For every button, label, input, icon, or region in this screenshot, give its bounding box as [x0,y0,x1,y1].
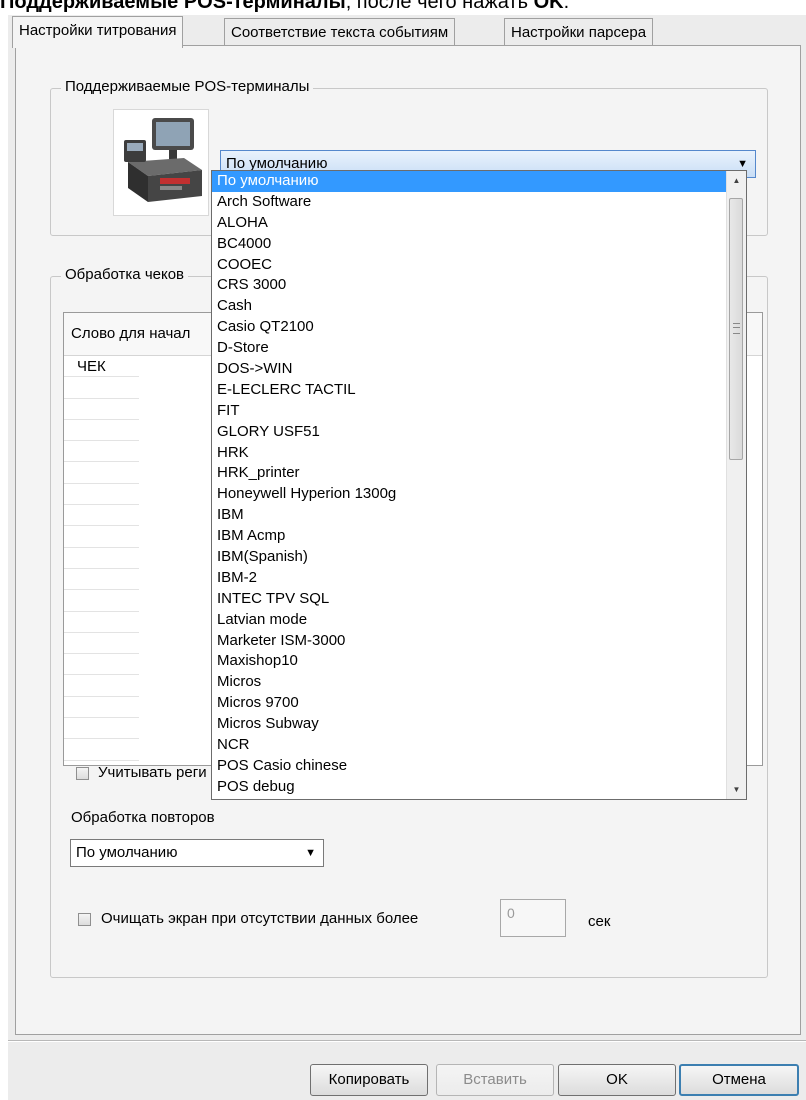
pos-terminal-dropdown-list[interactable]: По умолчанию Arch Software ALOHA BC4000 COO… [211,170,747,800]
copy-button[interactable]: Копировать [310,1064,428,1096]
caption-end: . [563,0,570,13]
dropdown-option[interactable]: IBM-2 [212,568,727,589]
tab-parser-settings[interactable]: Настройки парсера [504,18,654,47]
table-row[interactable] [64,569,139,591]
dropdown-option[interactable]: Marketer ISM-3000 [212,631,727,652]
table-row[interactable] [64,484,139,506]
instruction-caption: Поддерживаемые POS-терминалы, после чего… [0,0,806,13]
table-row[interactable] [64,377,139,399]
dropdown-option[interactable]: INTEC TPV SQL [212,589,727,610]
dropdown-option[interactable]: Cash [212,296,727,317]
dropdown-option[interactable]: HRK_printer [212,463,727,484]
table-row[interactable] [64,590,139,612]
scroll-down-icon[interactable]: ▼ [727,780,746,799]
pos-terminals-group-title: Поддерживаемые POS-терминалы [61,78,314,95]
caption-text: , после чего нажать [345,0,534,13]
table-row[interactable] [64,505,139,527]
scrollbar-thumb[interactable] [729,198,743,460]
dropdown-option[interactable]: Micros Subway [212,714,727,735]
case-sensitive-label: Учитывать реги [98,764,207,781]
repeats-label: Обработка повторов [71,809,215,826]
dropdown-option[interactable]: IBM [212,505,727,526]
repeats-combo-value: По умолчанию [76,844,178,861]
paste-button[interactable]: Вставить [436,1064,554,1096]
case-sensitive-checkbox[interactable] [76,767,89,780]
dropdown-option[interactable]: Maxishop10 [212,651,727,672]
pos-terminal-image [113,109,209,216]
dropdown-option[interactable]: POS debug [212,777,727,798]
repeats-combo[interactable]: По умолчанию ▼ [70,839,324,867]
dropdown-option[interactable]: Micros [212,672,727,693]
table-row[interactable] [64,399,139,420]
scroll-up-icon[interactable]: ▲ [727,171,746,190]
dropdown-option[interactable]: IBM(Spanish) [212,547,727,568]
dropdown-option[interactable]: DOS->WIN [212,359,727,380]
tab-text-events[interactable]: Соответствие текста событиям [224,18,456,47]
table-row[interactable] [64,526,139,548]
dropdown-option[interactable]: FIT [212,401,727,422]
dropdown-scrollbar[interactable]: ▲ ▼ [726,171,746,799]
ok-button[interactable]: OK [558,1064,676,1096]
button-bar-divider-highlight [8,1041,806,1042]
dropdown-option[interactable]: IBM Acmp [212,526,727,547]
table-row[interactable] [64,654,139,676]
dropdown-option[interactable]: NCR [212,735,727,756]
table-row[interactable] [64,441,139,463]
checks-group-title: Обработка чеков [61,266,189,283]
dropdown-option[interactable]: E-LECLERC TACTIL [212,380,727,401]
dropdown-option[interactable]: HRK [212,443,727,464]
dropdown-option[interactable]: Honeywell Hyperion 1300g [212,484,727,505]
chevron-down-icon: ▼ [305,847,316,859]
clear-seconds-input[interactable]: 0 [500,899,566,937]
table-row[interactable] [64,718,139,740]
cancel-button[interactable]: Отмена [679,1064,799,1096]
table-row[interactable] [64,675,139,697]
dropdown-option[interactable]: ALOHA [212,213,727,234]
dropdown-option[interactable]: Casio QT2100 [212,317,727,338]
grip-icon [733,323,740,334]
caption-bold-group-name: Поддерживаемые POS-терминалы [0,0,346,13]
dropdown-option[interactable]: Arch Software [212,192,727,213]
table-row[interactable] [64,462,139,484]
pos-terminal-icon [124,118,202,202]
seconds-unit-label: сек [588,913,611,930]
table-row[interactable] [64,633,139,655]
table-row[interactable] [64,739,139,761]
dropdown-option[interactable]: BC4000 [212,234,727,255]
table-row[interactable] [64,420,139,442]
table-row[interactable] [64,697,139,719]
table-row[interactable] [64,612,139,633]
dropdown-option[interactable]: CRS 3000 [212,275,727,296]
dropdown-items: По умолчанию Arch Software ALOHA BC4000 COO… [212,171,727,799]
tab-titration-settings[interactable]: Настройки титрования [12,16,184,48]
table-row[interactable] [64,548,139,569]
dropdown-option[interactable]: GLORY USF51 [212,422,727,443]
clear-screen-label: Очищать экран при отсутствии данных боле… [101,910,419,927]
dropdown-option[interactable]: COOEC [212,255,727,276]
dropdown-option[interactable]: POS Casio chinese [212,756,727,777]
dropdown-option[interactable]: Latvian mode [212,610,727,631]
dropdown-option[interactable]: Micros 9700 [212,693,727,714]
dropdown-option[interactable]: По умолчанию [212,171,727,192]
caption-bold-ok: OK [533,0,564,13]
clear-screen-checkbox[interactable] [78,913,91,926]
table-row[interactable]: ЧЕК [64,356,139,378]
dropdown-option[interactable]: D-Store [212,338,727,359]
